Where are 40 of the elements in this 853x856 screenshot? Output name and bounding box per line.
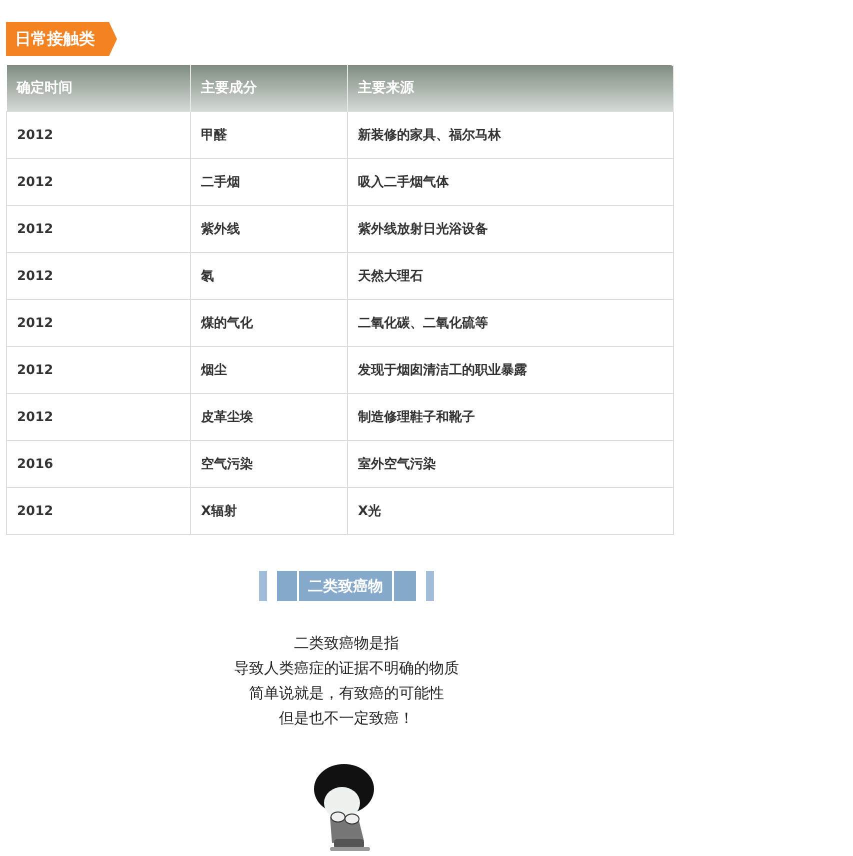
table-cell: 发现于烟囱清洁工的职业暴露 — [348, 346, 674, 394]
table-cell: 2012 — [6, 488, 190, 534]
banner-stripe — [259, 571, 267, 601]
banner-title: 二类致癌物 — [299, 571, 392, 601]
table-cell: 新装修的家具、福尔马林 — [348, 112, 674, 158]
table-cell: 烟尘 — [190, 346, 348, 394]
table-cell: 2012 — [6, 112, 190, 158]
table-cell: 2012 — [6, 300, 190, 346]
table-cell: 煤的气化 — [190, 300, 348, 346]
table-cell: X光 — [348, 488, 674, 534]
column-header: 确定时间 — [6, 65, 190, 112]
table-cell: 空气污染 — [190, 440, 348, 488]
table-cell: 2016 — [6, 440, 190, 488]
column-header: 主要成分 — [190, 65, 348, 112]
table-cell: 2012 — [6, 206, 190, 252]
table-cell: 2012 — [6, 346, 190, 394]
paragraph-line: 但是也不一定致癌！ — [278, 708, 415, 729]
table-cell: 室外空气污染 — [348, 440, 674, 488]
table-cell: 2012 — [6, 158, 190, 206]
table-cell: 二氧化碳、二氧化硫等 — [348, 300, 674, 346]
table-cell: 2012 — [6, 394, 190, 440]
table-cell: 氡 — [190, 252, 348, 300]
banner-block — [394, 571, 416, 601]
table-cell: 皮革尘埃 — [190, 394, 348, 440]
table-cell: 2012 — [6, 252, 190, 300]
paragraph-line: 简单说就是，有致癌的可能性 — [248, 683, 445, 704]
table-cell: 制造修理鞋子和靴子 — [348, 394, 674, 440]
section-tag: 日常接触类 — [6, 22, 117, 56]
table-cell: 甲醛 — [190, 112, 348, 158]
banner-block — [277, 571, 297, 601]
paragraph-line: 二类致癌物是指 — [293, 633, 400, 654]
banner-stripe — [426, 571, 434, 601]
table-cell: 天然大理石 — [348, 252, 674, 300]
table-cell: X辐射 — [190, 488, 348, 534]
table-cell: 二手烟 — [190, 158, 348, 206]
paragraph-line: 导致人类癌症的证据不明确的物质 — [233, 658, 460, 679]
table-cell: 紫外线放射日光浴设备 — [348, 206, 674, 252]
column-header: 主要来源 — [348, 65, 674, 112]
table-cell: 紫外线 — [190, 206, 348, 252]
table-cell: 吸入二手烟气体 — [348, 158, 674, 206]
